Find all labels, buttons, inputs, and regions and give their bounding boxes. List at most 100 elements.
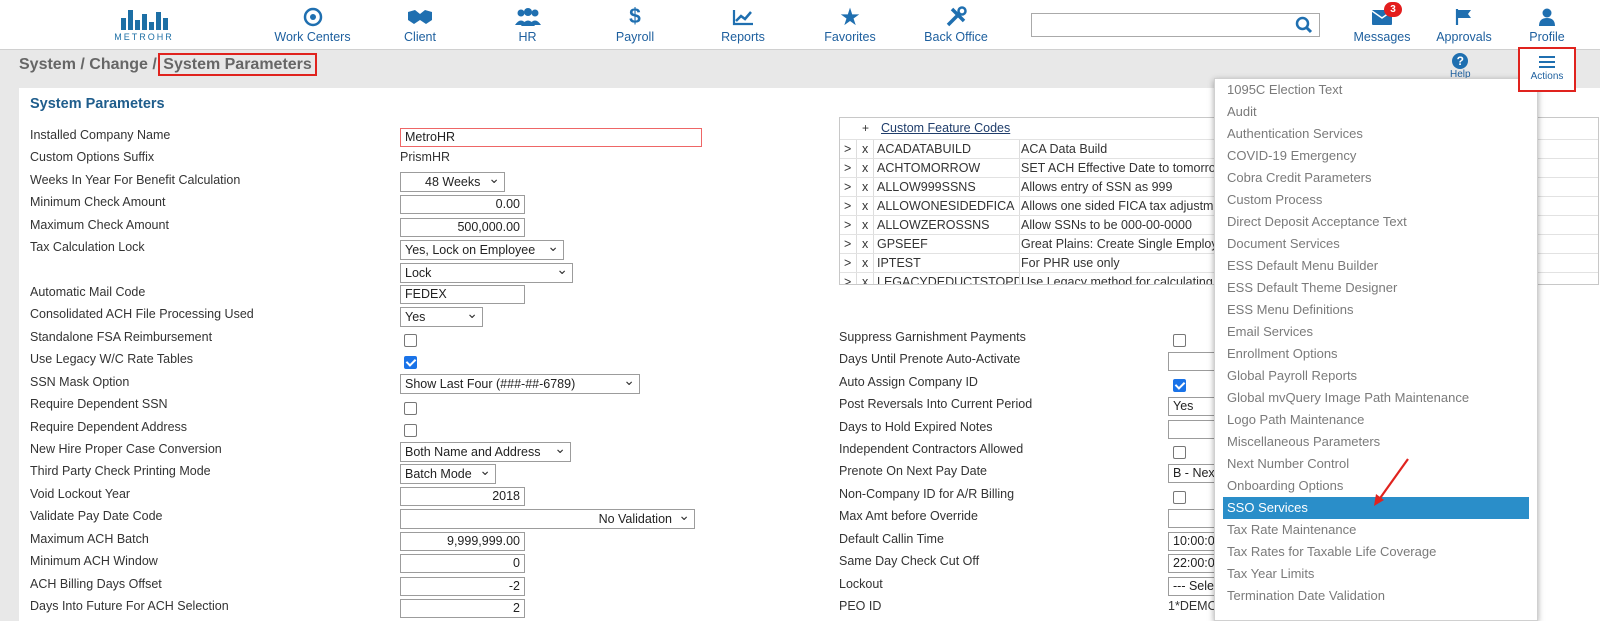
actions-button[interactable]: Actions [1518,47,1576,92]
ach-billing-days-offset-input[interactable]: -2 [400,577,525,596]
field-label: Custom Options Suffix [30,150,155,164]
metrohr-logo[interactable]: METROHR [112,6,176,42]
menu-item[interactable]: Tax Rates for Taxable Life Coverage [1227,541,1527,563]
non-company-id-checkbox[interactable] [1173,491,1186,504]
tax-calculation-lock-select[interactable]: Yes, Lock on Employee [400,240,564,260]
work-centers-icon [270,6,355,28]
menu-item[interactable]: Custom Process [1227,189,1527,211]
feature-code: ACADATABUILD [877,142,972,156]
menu-item[interactable]: Direct Deposit Acceptance Text [1227,211,1527,233]
add-feature-code-button[interactable]: + [862,121,869,135]
menu-item[interactable]: Logo Path Maintenance [1227,409,1527,431]
menu-item[interactable]: Tax Year Limits [1227,563,1527,585]
installed-company-name-input[interactable]: MetroHR [400,128,702,147]
search-icon[interactable] [1295,16,1313,39]
nav-hr[interactable]: HR [505,6,550,44]
delete-x-icon[interactable]: x [862,142,868,156]
field-label: Require Dependent SSN [30,397,168,411]
menu-item[interactable]: ESS Default Menu Builder [1227,255,1527,277]
require-dependent-address-checkbox[interactable] [404,424,417,437]
expand-arrow-icon[interactable]: > [844,256,851,270]
expand-arrow-icon[interactable]: > [844,180,851,194]
standalone-fsa-checkbox[interactable] [404,334,417,347]
top-nav: METROHR Work Centers Client HR $ Payroll… [0,0,1600,50]
delete-x-icon[interactable]: x [862,199,868,213]
third-party-check-mode-select[interactable]: Batch Mode [400,464,496,484]
delete-x-icon[interactable]: x [862,275,868,284]
help-button[interactable]: ? Help [1450,53,1471,80]
validate-pay-date-code-select[interactable]: No Validation [400,509,695,529]
delete-x-icon[interactable]: x [862,180,868,194]
days-into-future-ach-input[interactable]: 2 [400,599,525,618]
ssn-mask-option-select[interactable]: Show Last Four (###-##-6789) [400,374,640,394]
minimum-ach-window-input[interactable]: 0 [400,554,525,573]
hamburger-icon [1539,56,1555,68]
menu-item[interactable]: Miscellaneous Parameters [1227,431,1527,453]
field-label: Auto Assign Company ID [839,375,978,389]
field-label: Lockout [839,577,883,591]
nav-profile[interactable]: Profile [1522,6,1572,44]
legacy-wc-rate-checkbox[interactable] [404,356,417,369]
menu-item[interactable]: Global mvQuery Image Path Maintenance [1227,387,1527,409]
expand-arrow-icon[interactable]: > [844,199,851,213]
consolidated-ach-select[interactable]: Yes [400,307,483,327]
nav-label: Approvals [1436,30,1492,44]
expand-arrow-icon[interactable]: > [844,275,851,284]
menu-item[interactable]: Cobra Credit Parameters [1227,167,1527,189]
require-dependent-ssn-checkbox[interactable] [404,402,417,415]
breadcrumb-path[interactable]: System / Change / [19,56,161,73]
delete-x-icon[interactable]: x [862,218,868,232]
nav-label: Work Centers [274,30,351,44]
nav-client[interactable]: Client [390,6,450,44]
delete-x-icon[interactable]: x [862,161,868,175]
menu-item[interactable]: Termination Date Validation [1227,585,1527,607]
tax-calculation-lock-level-select[interactable]: Lock [400,263,573,283]
expand-arrow-icon[interactable]: > [844,161,851,175]
independent-contractors-checkbox[interactable] [1173,446,1186,459]
nav-back-office[interactable]: Back Office [922,6,990,44]
automatic-mail-code-input[interactable]: FEDEX [400,285,525,304]
custom-feature-codes-link[interactable]: Custom Feature Codes [881,121,1010,135]
nav-messages[interactable]: 3 Messages [1352,2,1412,44]
feature-code: GPSEEF [877,237,928,251]
expand-arrow-icon[interactable]: > [844,237,851,251]
auto-assign-company-id-checkbox[interactable] [1173,379,1186,392]
maximum-ach-batch-input[interactable]: 9,999,999.00 [400,532,525,551]
menu-item[interactable]: ESS Default Theme Designer [1227,277,1527,299]
nav-favorites[interactable]: ★ Favorites [820,4,880,45]
new-hire-proper-case-select[interactable]: Both Name and Address [400,442,571,462]
field-label: Maximum ACH Batch [30,532,149,546]
delete-x-icon[interactable]: x [862,256,868,270]
nav-payroll[interactable]: $ Payroll [610,5,660,44]
maximum-check-amount-input[interactable]: 500,000.00 [400,218,525,237]
expand-arrow-icon[interactable]: > [844,142,851,156]
feature-description: Great Plains: Create Single Employee [1021,237,1232,251]
menu-item[interactable]: COVID-19 Emergency [1227,145,1527,167]
menu-item[interactable]: Email Services [1227,321,1527,343]
menu-item[interactable]: ESS Menu Definitions [1227,299,1527,321]
nav-reports[interactable]: Reports [715,6,771,44]
question-icon: ? [1452,53,1469,69]
logo-text: METROHR [114,32,174,42]
menu-item[interactable]: Enrollment Options [1227,343,1527,365]
menu-item[interactable]: 1095C Election Text [1227,79,1527,101]
menu-item[interactable]: Global Payroll Reports [1227,365,1527,387]
minimum-check-amount-input[interactable]: 0.00 [400,195,525,214]
annotation-arrow-icon [1374,458,1409,506]
nav-approvals[interactable]: Approvals [1432,6,1496,44]
search-input[interactable] [1031,13,1320,37]
menu-item[interactable]: Audit [1227,101,1527,123]
nav-work-centers[interactable]: Work Centers [270,6,355,44]
logo-bars [112,6,176,30]
feature-code: ALLOWONESIDEDFICA [877,199,1015,213]
suppress-garnishment-checkbox[interactable] [1173,334,1186,347]
menu-item[interactable]: Tax Rate Maintenance [1227,519,1527,541]
weeks-in-year-select[interactable]: 48 Weeks [400,172,505,192]
field-label: SSN Mask Option [30,375,130,389]
void-lockout-year-input[interactable]: 2018 [400,487,525,506]
delete-x-icon[interactable]: x [862,237,868,251]
menu-item[interactable]: Authentication Services [1227,123,1527,145]
expand-arrow-icon[interactable]: > [844,218,851,232]
menu-item[interactable]: Document Services [1227,233,1527,255]
field-label: Default Callin Time [839,532,944,546]
